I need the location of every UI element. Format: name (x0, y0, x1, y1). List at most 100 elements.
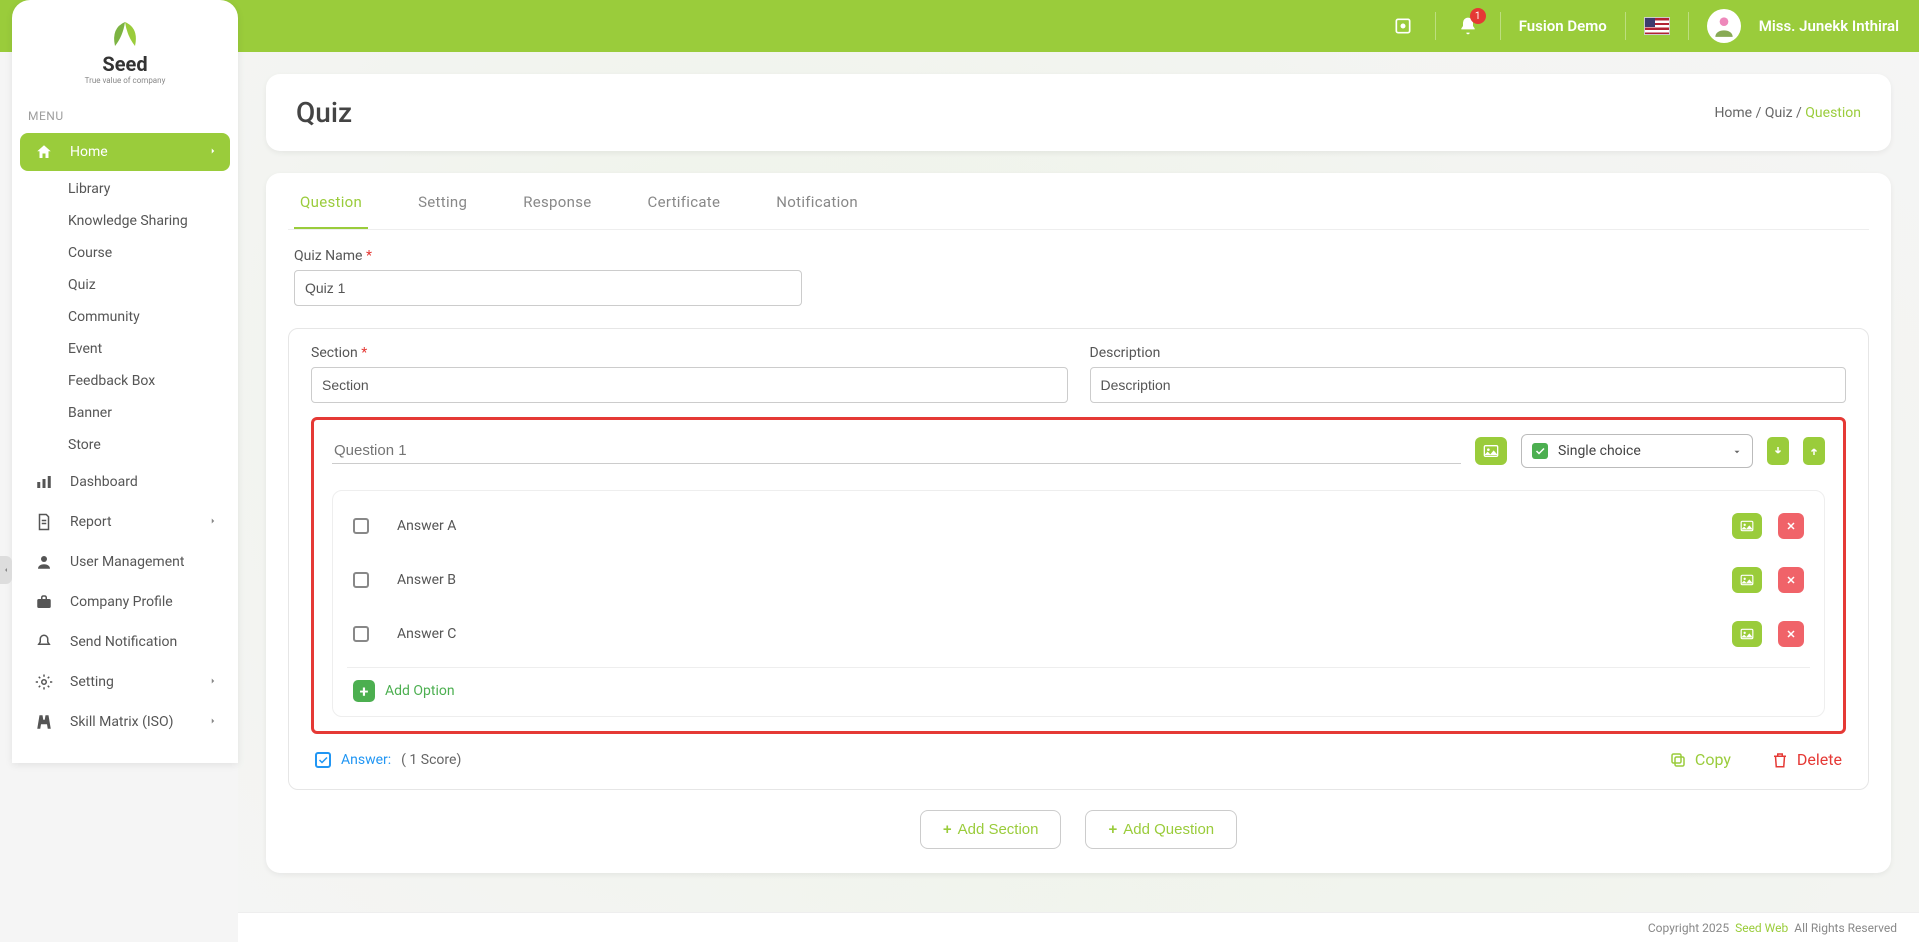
sidebar-item-user-mgmt[interactable]: User Management (20, 543, 230, 581)
sidebar-item-feedback[interactable]: Feedback Box (12, 365, 238, 397)
bell-icon[interactable]: 1 (1454, 12, 1482, 40)
add-row: +Add Section +Add Question (288, 810, 1869, 849)
quiz-name-input[interactable] (294, 270, 802, 306)
breadcrumb-question: Question (1805, 105, 1861, 121)
gear-icon (32, 673, 56, 691)
sidebar-item-home[interactable]: Home (20, 133, 230, 171)
image-icon[interactable] (1475, 437, 1507, 465)
sidebar-item-library[interactable]: Library (12, 173, 238, 205)
delete-button[interactable]: Delete (1771, 750, 1842, 769)
add-option-button[interactable]: + Add Option (347, 667, 1810, 708)
sidebar-item-send-notif[interactable]: Send Notification (20, 623, 230, 661)
image-icon[interactable] (1732, 567, 1762, 593)
answer-row: Answer B (347, 553, 1810, 607)
question-type-select[interactable]: Single choice (1521, 434, 1753, 468)
answer-text[interactable]: Answer A (397, 518, 1732, 534)
road-icon (32, 713, 56, 731)
sidebar-item-store[interactable]: Store (12, 429, 238, 461)
answer-key-checkbox[interactable] (315, 752, 331, 768)
sidebar-item-label: Skill Matrix (ISO) (70, 714, 174, 730)
footer: Copyright 2025 Seed Web All Rights Reser… (238, 912, 1919, 942)
page-title: Quiz (296, 96, 352, 129)
sidebar: Seed True value of company MENU Home Lib… (12, 0, 238, 763)
section-card: Section * Description Single choice (288, 328, 1869, 790)
sidebar-item-quiz[interactable]: Quiz (12, 269, 238, 301)
sidebar-item-banner[interactable]: Banner (12, 397, 238, 429)
sidebar-item-event[interactable]: Event (12, 333, 238, 365)
tab-question[interactable]: Question (294, 173, 368, 229)
avatar[interactable] (1707, 9, 1741, 43)
chevron-down-icon (1732, 442, 1742, 461)
divider (1500, 12, 1501, 40)
add-question-button[interactable]: +Add Question (1085, 810, 1237, 849)
quiz-name-label: Quiz Name * (294, 248, 1863, 264)
breadcrumb-home[interactable]: Home (1714, 105, 1752, 121)
sidebar-item-company[interactable]: Company Profile (20, 583, 230, 621)
sidebar-item-course[interactable]: Course (12, 237, 238, 269)
username[interactable]: Miss. Junekk Inthiral (1759, 17, 1899, 35)
chevron-right-icon (208, 674, 218, 690)
divider (1625, 12, 1626, 40)
plus-icon: + (353, 680, 375, 702)
delete-icon[interactable] (1778, 621, 1804, 647)
logo[interactable]: Seed True value of company (12, 0, 238, 95)
app-box-icon[interactable] (1389, 12, 1417, 40)
home-icon (32, 143, 56, 161)
section-row: Section * Description (311, 345, 1846, 403)
content: Quiz Home / Quiz / Question Question Set… (238, 52, 1919, 942)
answer-checkbox[interactable] (353, 572, 369, 588)
add-option-label: Add Option (385, 683, 455, 699)
answer-checkbox[interactable] (353, 518, 369, 534)
flag-icon[interactable] (1644, 17, 1670, 35)
sidebar-item-label: Company Profile (70, 594, 173, 610)
move-up-button[interactable] (1803, 437, 1825, 465)
tab-certificate[interactable]: Certificate (642, 173, 727, 229)
divider (1688, 12, 1689, 40)
description-label: Description (1090, 345, 1847, 361)
topbar: 1 Fusion Demo Miss. Junekk Inthiral (0, 0, 1919, 52)
answers-card: Answer A Answer B Answer C (332, 490, 1825, 717)
add-section-button[interactable]: +Add Section (920, 810, 1062, 849)
sidebar-item-label: Send Notification (70, 634, 177, 650)
chevron-right-icon (208, 144, 218, 160)
copy-button[interactable]: Copy (1669, 750, 1731, 769)
page-header: Quiz Home / Quiz / Question (266, 74, 1891, 151)
section-col: Section * (311, 345, 1068, 403)
check-icon (1532, 443, 1548, 459)
description-input[interactable] (1090, 367, 1847, 403)
answer-key-label[interactable]: Answer: (341, 752, 391, 768)
question-header: Single choice (332, 434, 1825, 468)
menu-list: Home Library Knowledge Sharing Course Qu… (12, 133, 238, 741)
sidebar-item-setting[interactable]: Setting (20, 663, 230, 701)
delete-icon[interactable] (1778, 567, 1804, 593)
description-col: Description (1090, 345, 1847, 403)
answer-row: Answer C (347, 607, 1810, 661)
sidebar-item-community[interactable]: Community (12, 301, 238, 333)
breadcrumb: Home / Quiz / Question (1714, 105, 1861, 121)
delete-icon[interactable] (1778, 513, 1804, 539)
sidebar-item-dashboard[interactable]: Dashboard (20, 463, 230, 501)
section-input[interactable] (311, 367, 1068, 403)
tab-notification[interactable]: Notification (770, 173, 864, 229)
type-select-label: Single choice (1558, 443, 1722, 459)
question-footer: Answer: ( 1 Score) Copy Delete (311, 750, 1846, 769)
image-icon[interactable] (1732, 621, 1762, 647)
sidebar-item-label: Dashboard (70, 474, 138, 490)
question-input[interactable] (332, 438, 1461, 464)
sidebar-item-knowledge[interactable]: Knowledge Sharing (12, 205, 238, 237)
answer-text[interactable]: Answer C (397, 626, 1732, 642)
image-icon[interactable] (1732, 513, 1762, 539)
footer-brand[interactable]: Seed Web (1735, 921, 1788, 935)
move-down-button[interactable] (1767, 437, 1789, 465)
sidebar-item-skill[interactable]: Skill Matrix (ISO) (20, 703, 230, 741)
answer-text[interactable]: Answer B (397, 572, 1732, 588)
tab-response[interactable]: Response (517, 173, 597, 229)
tab-setting[interactable]: Setting (412, 173, 473, 229)
question-card: Single choice Answer A Ans (311, 417, 1846, 734)
breadcrumb-quiz[interactable]: Quiz (1765, 105, 1793, 121)
sidebar-item-label: Home (70, 144, 108, 160)
org-name[interactable]: Fusion Demo (1519, 17, 1607, 35)
answer-checkbox[interactable] (353, 626, 369, 642)
collapse-sidebar-button[interactable] (0, 556, 12, 584)
sidebar-item-report[interactable]: Report (20, 503, 230, 541)
